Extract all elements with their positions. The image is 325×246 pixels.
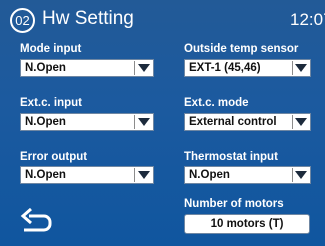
thermostat-input-value: N.Open xyxy=(189,169,230,181)
number-of-motors-label: Number of motors xyxy=(184,198,284,210)
clock: 12:07 xyxy=(290,10,325,29)
error-output-dropdown[interactable]: N.Open xyxy=(20,166,154,184)
back-button[interactable] xyxy=(20,207,54,238)
chevron-down-icon[interactable] xyxy=(295,171,307,179)
outside-temp-sensor-value: EXT-1 (45,46) xyxy=(189,62,261,74)
ext-c-input-label: Ext.c. input xyxy=(20,97,82,109)
page-number-badge: 02 xyxy=(10,8,35,33)
dropdown-separator xyxy=(134,168,135,182)
ext-c-input-dropdown[interactable]: N.Open xyxy=(20,113,154,131)
outside-temp-sensor-label: Outside temp sensor xyxy=(184,43,299,55)
chevron-down-icon[interactable] xyxy=(295,64,307,72)
number-of-motors-value: 10 motors (T) xyxy=(210,218,284,230)
dropdown-separator xyxy=(292,115,293,129)
number-of-motors-button[interactable]: 10 motors (T) xyxy=(184,214,310,234)
ext-c-mode-dropdown[interactable]: External control xyxy=(184,113,311,131)
chevron-down-icon[interactable] xyxy=(138,118,150,126)
back-arrow-icon xyxy=(20,207,52,232)
mode-input-label: Mode input xyxy=(20,43,82,55)
mode-input-value: N.Open xyxy=(25,62,66,74)
page-title: Hw Setting xyxy=(42,8,134,29)
error-output-value: N.Open xyxy=(25,169,66,181)
dropdown-separator xyxy=(292,61,293,75)
dropdown-separator xyxy=(134,61,135,75)
mode-input-dropdown[interactable]: N.Open xyxy=(20,59,154,77)
outside-temp-sensor-dropdown[interactable]: EXT-1 (45,46) xyxy=(184,59,311,77)
page-number: 02 xyxy=(15,13,30,28)
chevron-down-icon[interactable] xyxy=(138,171,150,179)
ext-c-input-value: N.Open xyxy=(25,116,66,128)
ext-c-mode-label: Ext.c. mode xyxy=(184,97,249,109)
ext-c-mode-value: External control xyxy=(189,116,277,128)
hw-setting-screen: 02 Hw Setting 12:07 Mode input N.Open Ex… xyxy=(0,0,325,246)
thermostat-input-label: Thermostat input xyxy=(184,151,278,163)
dropdown-separator xyxy=(292,168,293,182)
chevron-down-icon[interactable] xyxy=(295,118,307,126)
dropdown-separator xyxy=(134,115,135,129)
chevron-down-icon[interactable] xyxy=(138,64,150,72)
thermostat-input-dropdown[interactable]: N.Open xyxy=(184,166,311,184)
error-output-label: Error output xyxy=(20,151,88,163)
